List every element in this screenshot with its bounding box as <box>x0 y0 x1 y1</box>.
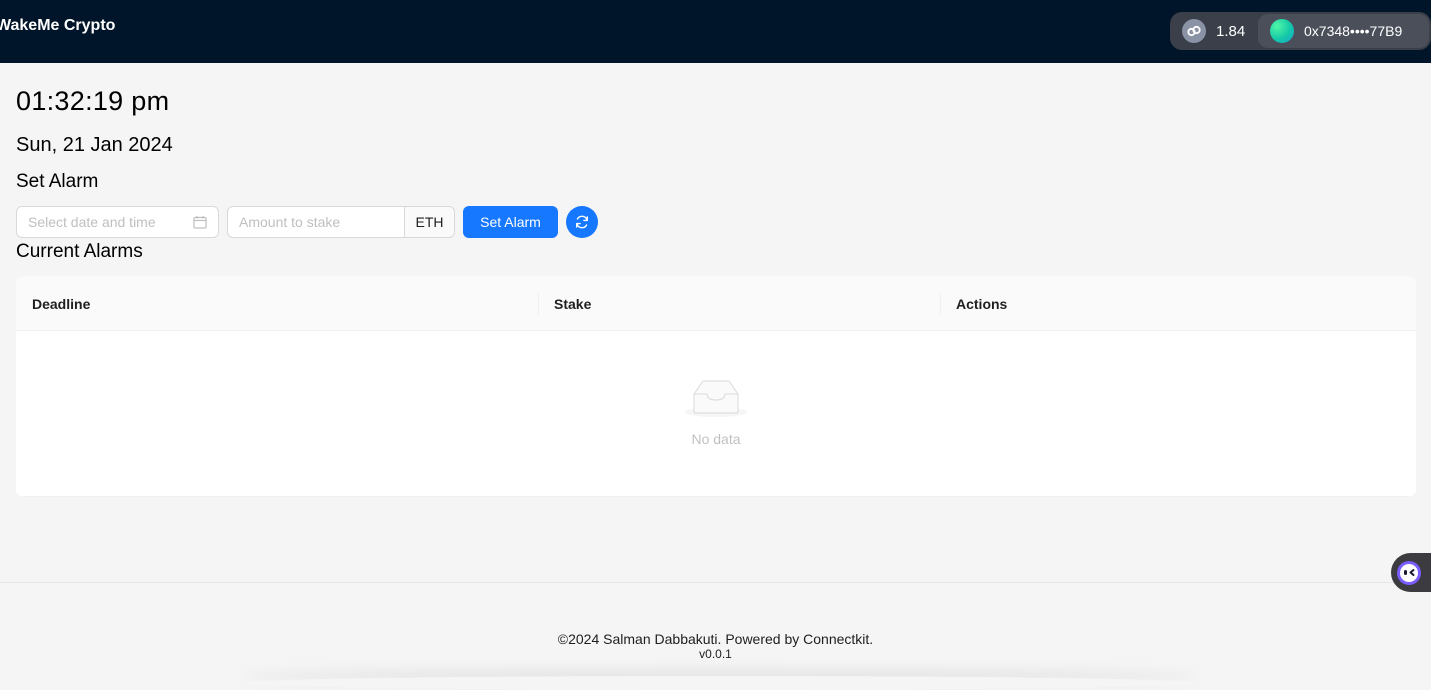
column-header-actions: Actions <box>956 295 1008 312</box>
date-time-input[interactable] <box>28 207 187 237</box>
app-version: v0.0.1 <box>699 647 732 661</box>
deadline-date-picker[interactable] <box>16 206 219 238</box>
account-button[interactable]: 0x7348••••77B9 <box>1258 14 1429 48</box>
app-brand: WakeMe Crypto <box>0 17 116 34</box>
stake-amount-input[interactable] <box>239 207 393 237</box>
column-header-deadline: Deadline <box>32 295 91 312</box>
stake-unit-addon: ETH <box>404 206 455 238</box>
table-empty-state: No data <box>16 332 1416 497</box>
set-alarm-button[interactable]: Set Alarm <box>463 206 558 238</box>
stake-amount-field[interactable] <box>227 206 405 238</box>
current-date: Sun, 21 Jan 2024 <box>16 134 173 156</box>
table-header: Deadline Stake Actions <box>16 276 1416 331</box>
current-time: 01:32:19 pm <box>16 86 170 116</box>
empty-inbox-icon <box>683 378 749 425</box>
chain-switch-button[interactable]: 1.84 <box>1170 12 1258 50</box>
refresh-icon <box>574 214 590 230</box>
footer-shadow <box>240 676 1200 690</box>
alarms-table: Deadline Stake Actions No data <box>16 276 1416 497</box>
column-separator <box>940 293 941 315</box>
refresh-button[interactable] <box>566 206 598 238</box>
column-header-stake: Stake <box>554 295 592 312</box>
top-navbar: WakeMe Crypto 1.84 0x7348••••77B9 <box>0 0 1431 63</box>
column-separator <box>538 293 539 315</box>
chain-balance: 1.84 <box>1216 22 1246 40</box>
set-alarm-heading: Set Alarm <box>16 171 99 192</box>
link-icon <box>1182 19 1206 43</box>
calendar-icon <box>193 215 207 229</box>
assistant-face-icon <box>1396 560 1422 586</box>
wallet-connect-widget: 1.84 0x7348••••77B9 <box>1170 12 1431 50</box>
account-address: 0x7348••••77B9 <box>1304 23 1403 39</box>
footer-copyright: ©2024 Salman Dabbakuti. Powered by Conne… <box>557 631 874 647</box>
footer-divider <box>0 582 1431 583</box>
account-avatar <box>1270 19 1294 43</box>
current-alarms-heading: Current Alarms <box>16 241 143 262</box>
floating-assistant-button[interactable] <box>1391 553 1431 592</box>
empty-state-text: No data <box>691 431 741 447</box>
